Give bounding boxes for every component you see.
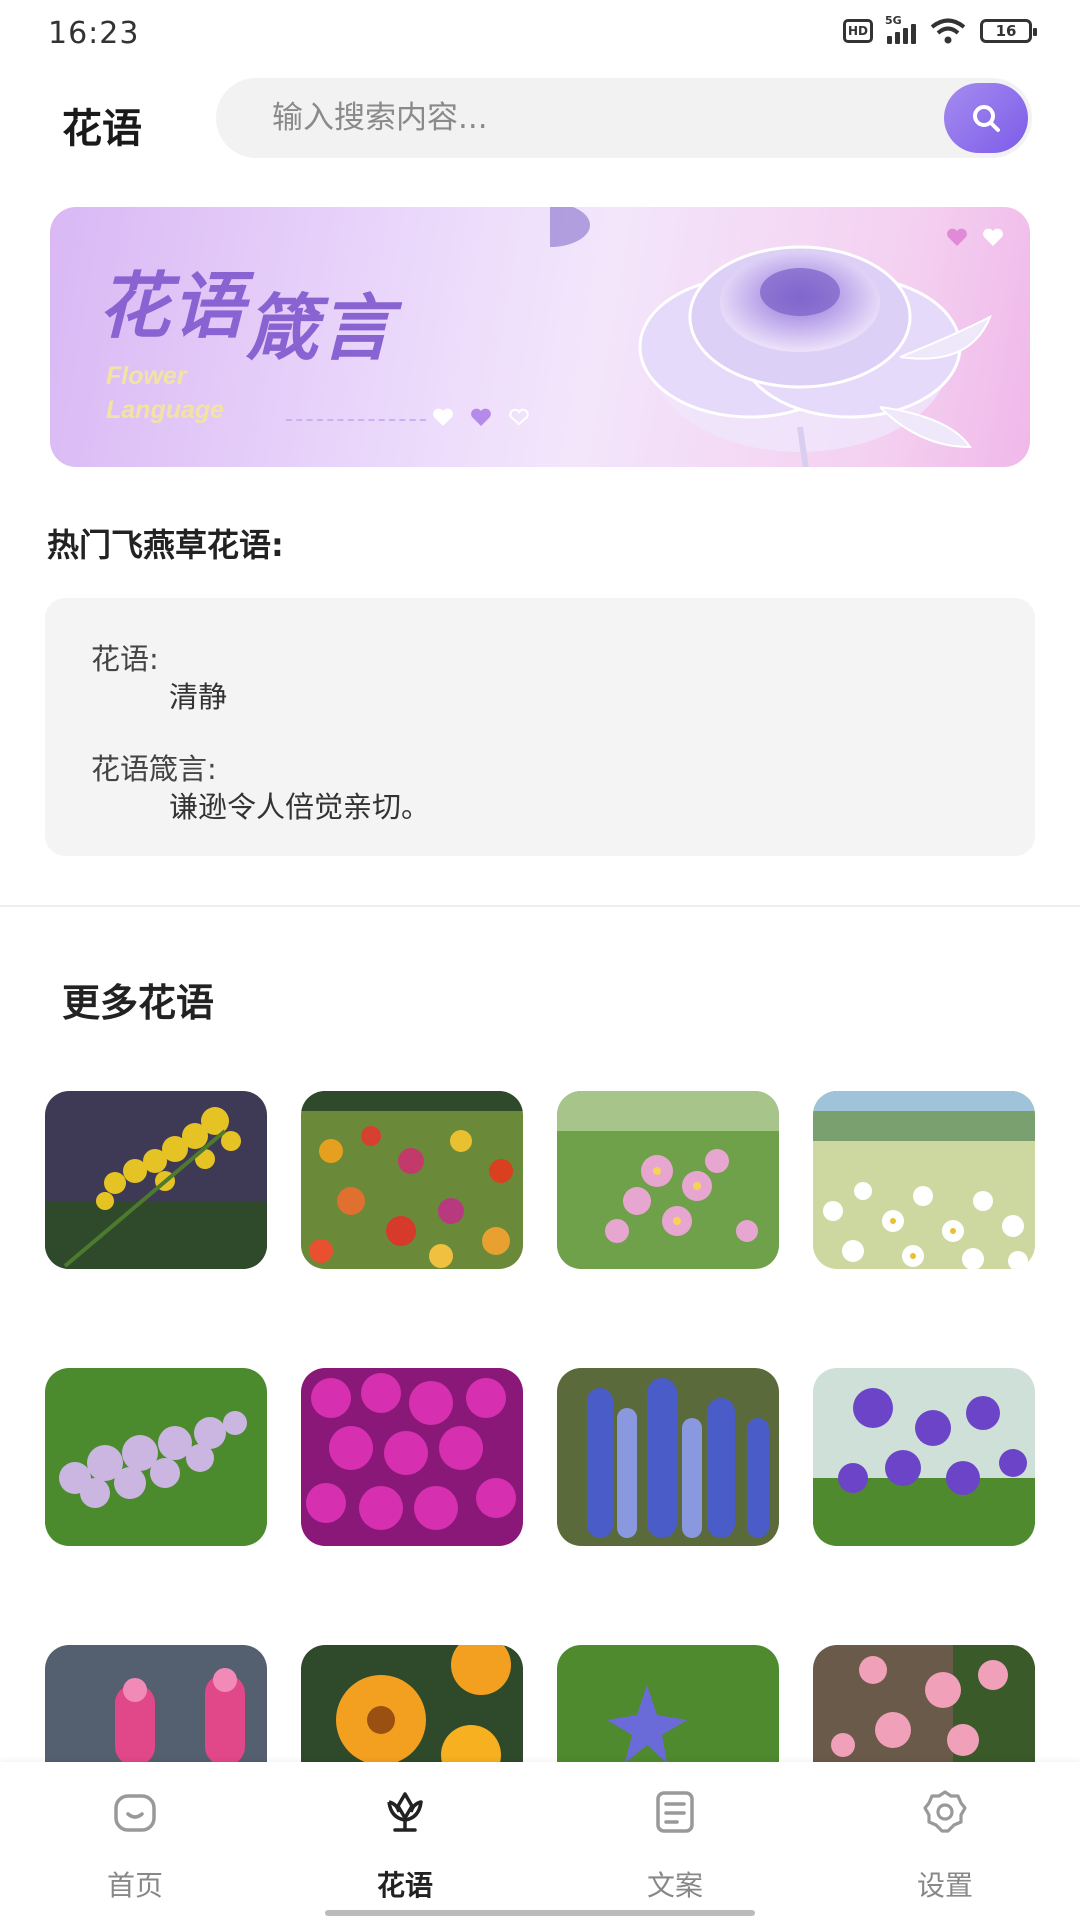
status-time: 16:23 <box>48 16 140 51</box>
search-icon <box>973 105 1000 132</box>
home-indicator[interactable] <box>325 1910 755 1916</box>
banner-subtitle: Flower Language <box>106 362 225 424</box>
section-divider <box>0 905 1080 907</box>
more-section-heading: 更多花语 <box>62 981 215 1025</box>
search-input[interactable] <box>272 78 912 158</box>
flower-icon <box>387 1792 423 1832</box>
page-title: 花语 <box>62 106 142 152</box>
goldenrod-flower[interactable] <box>45 1091 267 1269</box>
hot-section-heading: 热门飞燕草花语: <box>47 526 284 564</box>
nav-home[interactable]: 首页 <box>35 1762 235 1920</box>
battery-icon: 16 <box>980 19 1037 43</box>
phlox-flower[interactable] <box>301 1368 523 1546</box>
search-button[interactable] <box>944 83 1028 153</box>
daisy-field[interactable] <box>813 1091 1035 1269</box>
bellflower[interactable] <box>813 1368 1035 1546</box>
rose-illustration <box>550 207 992 467</box>
search-bar <box>216 78 1032 158</box>
flower-motto-label: 花语箴言: <box>91 752 217 786</box>
banner-title: 花语箴言 <box>98 263 395 370</box>
nav-settings-label: 设置 <box>916 1869 973 1902</box>
banner[interactable]: 花语箴言 Flower Language <box>50 207 1030 467</box>
signal-icon: 5G <box>885 14 916 44</box>
zinnia-field[interactable] <box>301 1091 523 1269</box>
heart-icon <box>509 408 529 426</box>
gear-icon <box>923 1790 967 1833</box>
hot-flower-card: 花语: 清静 花语箴言: 谦逊令人倍觉亲切。 <box>45 598 1035 856</box>
bottom-nav: 首页 花语 文案 设置 <box>0 1762 1080 1920</box>
flower-language-label: 花语: <box>91 642 159 676</box>
flower-motto-value: 谦逊令人倍觉亲切。 <box>169 790 431 824</box>
network-type: 5G <box>885 14 902 27</box>
heart-icon <box>471 408 491 426</box>
heart-icon <box>433 408 453 426</box>
delphinium-flower[interactable] <box>557 1368 779 1546</box>
carnation-flower[interactable] <box>813 1645 1035 1763</box>
lilac-flower[interactable] <box>45 1368 267 1546</box>
flower-language-value: 清静 <box>169 680 228 714</box>
wifi-icon <box>930 18 966 44</box>
nav-home-label: 首页 <box>106 1869 163 1902</box>
nav-settings[interactable]: 设置 <box>845 1762 1045 1920</box>
snapdragon-flower[interactable] <box>45 1645 267 1763</box>
cosmos-flower[interactable] <box>557 1091 779 1269</box>
nav-copywriting[interactable]: 文案 <box>575 1762 775 1920</box>
home-icon <box>114 1794 156 1832</box>
status-icons: HD 5G 16 <box>843 14 1037 44</box>
nav-copywriting-label: 文案 <box>646 1869 703 1902</box>
calendula-flower[interactable] <box>301 1645 523 1763</box>
banner-hearts <box>432 407 530 427</box>
balloon-flower[interactable] <box>557 1645 779 1763</box>
nav-flower-language-label: 花语 <box>376 1869 433 1902</box>
status-bar: 16:23 HD 5G 16 <box>0 0 1080 70</box>
nav-flower-language[interactable]: 花语 <box>305 1762 505 1920</box>
document-icon <box>656 1791 694 1833</box>
hd-icon: HD <box>843 19 873 43</box>
banner-divider <box>286 419 426 421</box>
